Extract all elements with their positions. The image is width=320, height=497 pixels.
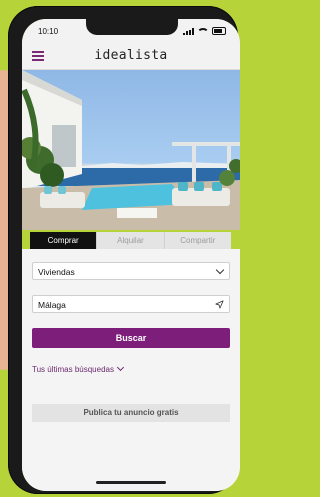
search-form: Viviendas Málaga Buscar Tus últimas búsq…	[22, 249, 240, 491]
chevron-down-icon	[215, 265, 225, 275]
wifi-icon	[197, 28, 209, 38]
phone-frame: 10:10 idealista Comprar Alquilar Compart…	[8, 6, 240, 494]
recent-searches-link[interactable]: Tus últimas búsquedas	[32, 363, 125, 374]
phone-screen: 10:10 idealista Comprar Alquilar Compart…	[22, 19, 240, 491]
hero-image	[22, 70, 240, 230]
publish-ad-button[interactable]: Publica tu anuncio gratis	[32, 404, 230, 422]
property-type-select[interactable]: Viviendas	[32, 262, 230, 280]
signal-icon	[183, 27, 194, 35]
recent-searches-label: Tus últimas búsquedas	[32, 365, 114, 374]
search-button[interactable]: Buscar	[32, 328, 230, 348]
status-icons	[183, 26, 226, 36]
status-time: 10:10	[38, 27, 59, 36]
tab-comprar[interactable]: Comprar	[30, 232, 98, 249]
location-value: Málaga	[38, 300, 66, 310]
chevron-down-icon	[116, 363, 125, 372]
status-bar: 10:10	[22, 19, 240, 43]
location-input[interactable]: Málaga	[32, 295, 230, 313]
battery-icon	[212, 27, 226, 35]
home-indicator[interactable]	[96, 481, 166, 484]
operation-tabs: Comprar Alquilar Compartir	[30, 232, 231, 249]
location-arrow-icon[interactable]	[215, 300, 224, 309]
notch	[86, 19, 178, 35]
tab-compartir[interactable]: Compartir	[164, 232, 231, 249]
tab-alquilar[interactable]: Alquilar	[97, 232, 165, 249]
property-type-value: Viviendas	[38, 267, 75, 277]
app-logo: idealista	[94, 48, 168, 63]
app-header: idealista	[22, 43, 240, 70]
